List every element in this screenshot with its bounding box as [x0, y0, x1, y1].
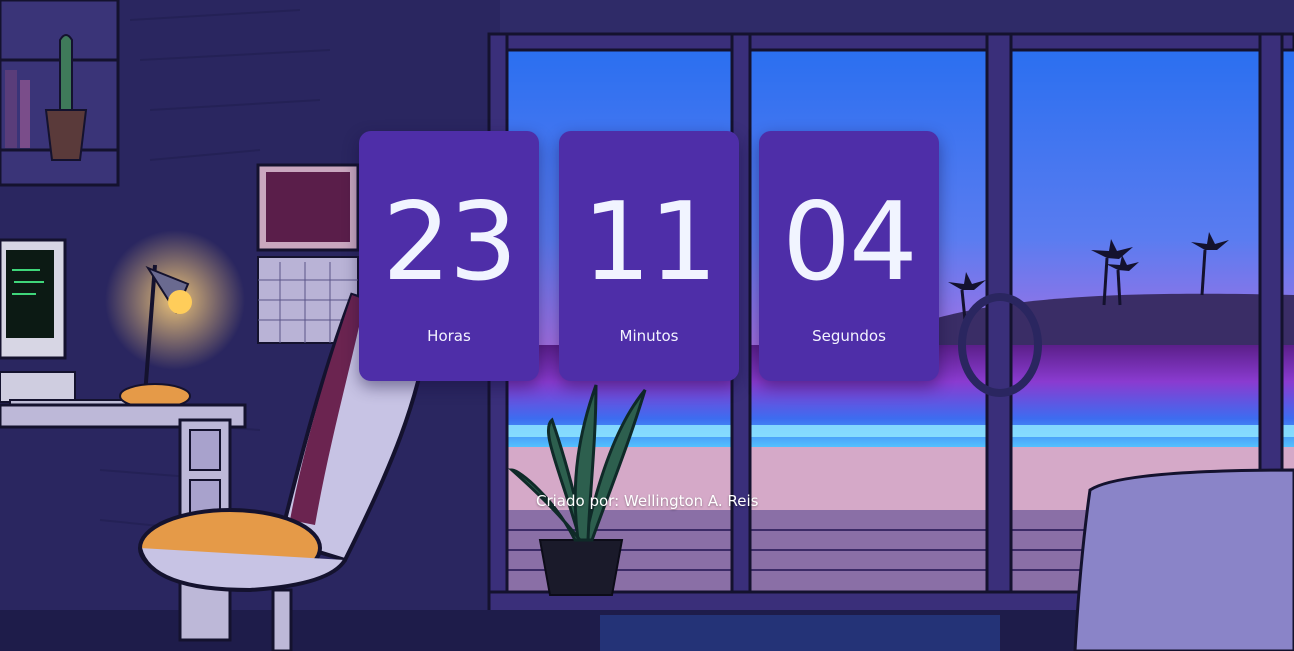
- author-credit: Criado por: Wellington A. Reis: [536, 492, 759, 510]
- minutes-label: Minutos: [619, 327, 679, 345]
- seconds-label: Segundos: [812, 327, 886, 345]
- hours-value: 23: [382, 180, 517, 305]
- hours-label: Horas: [427, 327, 471, 345]
- seconds-card: 04 Segundos: [759, 131, 939, 381]
- seconds-value: 04: [782, 180, 917, 305]
- hours-card: 23 Horas: [359, 131, 539, 381]
- minutes-card: 11 Minutos: [559, 131, 739, 381]
- minutes-value: 11: [582, 180, 717, 305]
- countdown-timer: 23 Horas 11 Minutos 04 Segundos: [359, 131, 939, 381]
